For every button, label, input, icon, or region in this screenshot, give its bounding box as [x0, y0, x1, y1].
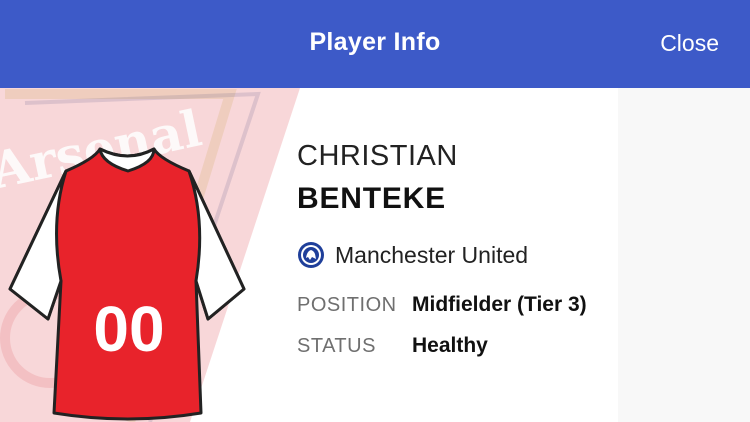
status-value: Healthy [412, 334, 488, 357]
player-last-name: BENTEKE [297, 182, 446, 215]
status-label: STATUS [297, 335, 376, 357]
jersey-number: 00 [93, 293, 164, 365]
position-value: Midfielder (Tier 3) [412, 293, 587, 316]
position-label: POSITION [297, 294, 397, 316]
player-card: Arsenal 00 CHRISTIAN BENTEKE Manchester … [0, 88, 750, 422]
close-button[interactable]: Close [660, 30, 719, 57]
top-bar: Player Info Close [0, 0, 750, 88]
chelsea-badge-icon [298, 242, 324, 268]
player-first-name: CHRISTIAN [297, 140, 458, 172]
club-name: Manchester United [335, 242, 529, 268]
jersey-icon: 00 [8, 147, 246, 421]
page-title: Player Info [309, 28, 441, 56]
